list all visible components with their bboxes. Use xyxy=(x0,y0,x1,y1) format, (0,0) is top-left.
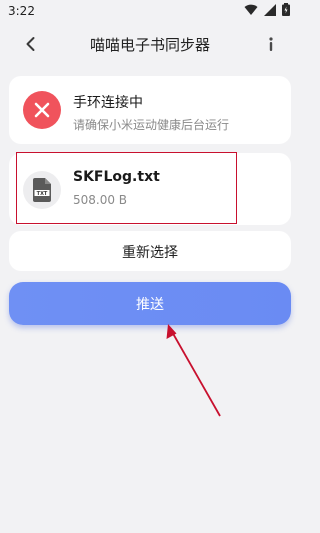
reselect-button[interactable]: 重新选择 xyxy=(9,231,291,271)
push-button[interactable]: 推送 xyxy=(9,282,291,325)
battery-icon xyxy=(282,3,290,16)
app-bar: 喵喵电子书同步器 xyxy=(0,26,300,62)
connection-status-subtitle: 请确保小米运动健康后台运行 xyxy=(73,118,230,132)
wifi-icon xyxy=(244,4,258,16)
connection-status-card: 手环连接中 请确保小米运动健康后台运行 xyxy=(9,76,291,144)
error-x-icon xyxy=(23,91,61,129)
status-time: 3:22 xyxy=(8,4,35,18)
info-icon[interactable] xyxy=(266,35,276,53)
signal-icon xyxy=(264,3,276,16)
status-icons xyxy=(244,3,290,16)
push-button-label: 推送 xyxy=(136,297,164,313)
connection-status-title: 手环连接中 xyxy=(73,95,143,111)
annotation-highlight-box xyxy=(16,152,237,224)
page-title: 喵喵电子书同步器 xyxy=(89,36,210,54)
reselect-button-label: 重新选择 xyxy=(122,245,178,261)
status-bar: 3:22 xyxy=(0,0,300,22)
